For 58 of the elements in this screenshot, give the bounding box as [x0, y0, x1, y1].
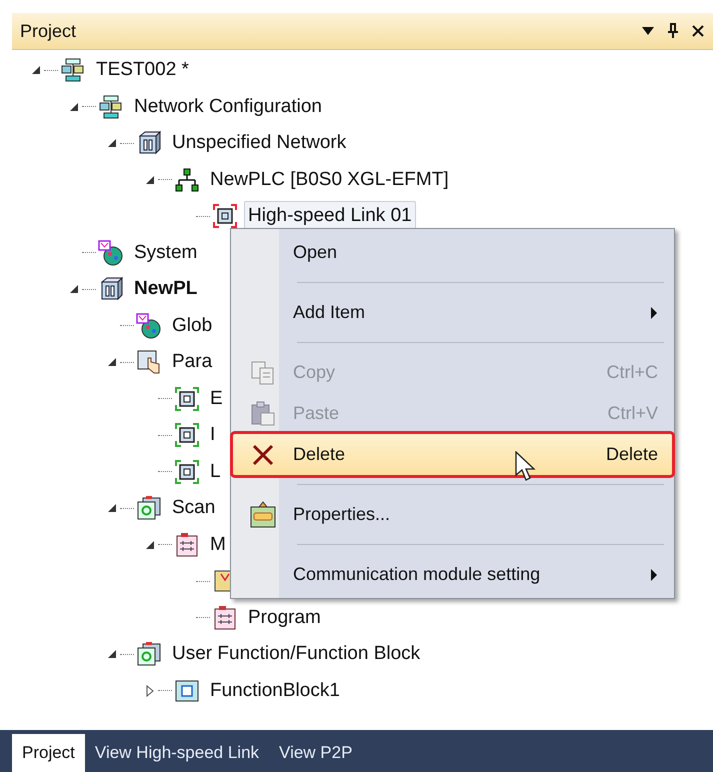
cabinet-icon [98, 276, 124, 302]
menu-item[interactable]: Properties... [233, 494, 672, 535]
menu-item[interactable]: Delete Delete [233, 434, 672, 475]
copy-icon [250, 360, 276, 386]
network-rack-icon [98, 94, 124, 120]
paste-icon [250, 400, 276, 426]
folder-stack-icon [136, 495, 162, 522]
tree-item-label[interactable]: I [206, 420, 220, 450]
tree-item-label[interactable]: M [206, 530, 230, 560]
tree-item-label[interactable]: FunctionBlock1 [206, 676, 344, 706]
parameter-icon [174, 458, 200, 485]
tree-item-label[interactable]: E [206, 384, 227, 414]
tree-item-label[interactable]: User Function/Function Block [168, 639, 424, 670]
expanded-triangle-icon[interactable] [144, 174, 156, 186]
expanded-triangle-icon[interactable] [106, 502, 118, 514]
menu-item[interactable]: Add Item [233, 292, 672, 333]
function-block-icon [174, 678, 200, 704]
globe-variables-icon [98, 240, 124, 266]
dropdown-caret-icon[interactable] [641, 26, 655, 36]
ladder-program-icon [212, 604, 238, 631]
tree-item-label[interactable]: Scan [168, 493, 220, 524]
expanded-triangle-icon[interactable] [106, 356, 118, 368]
tree-item-label[interactable]: Program [244, 602, 325, 633]
globe-variables-icon [136, 312, 162, 339]
menu-item[interactable]: Open [233, 232, 672, 273]
tree-item-label[interactable]: Network Configuration [130, 92, 326, 122]
bottom-tab[interactable]: View High-speed Link [84, 734, 270, 772]
bottom-tab[interactable]: View P2P [269, 734, 362, 772]
expanded-triangle-icon[interactable] [30, 64, 42, 76]
tree-item-label[interactable]: TEST002 * [92, 55, 193, 86]
bottom-tab[interactable]: Project [12, 734, 85, 772]
expanded-triangle-icon[interactable] [144, 538, 156, 551]
cabinet-icon [136, 130, 162, 156]
network-rack-icon [60, 57, 86, 84]
ladder-program-icon [174, 532, 200, 558]
pin-icon[interactable] [667, 23, 679, 39]
parameter-icon [174, 422, 200, 448]
hierarchy-icon [174, 166, 200, 193]
panel-title: Project [20, 20, 76, 43]
collapsed-triangle-icon[interactable] [144, 684, 156, 697]
close-icon[interactable] [691, 24, 705, 38]
tree-item-label[interactable]: NewPL [130, 274, 202, 304]
expanded-triangle-icon[interactable] [106, 137, 118, 150]
tree-item-label[interactable]: Glob [168, 310, 216, 341]
expanded-triangle-icon[interactable] [68, 283, 80, 296]
tree-item-label[interactable]: Unspecified Network [168, 128, 350, 158]
tree-item-label[interactable]: NewPLC [B0S0 XGL-EFMT] [206, 164, 453, 195]
tree-item-label[interactable]: Para [168, 347, 216, 378]
expanded-triangle-icon[interactable] [106, 648, 118, 660]
mouse-pointer-icon [515, 451, 537, 483]
parameter-icon [174, 386, 200, 412]
tree-item-label[interactable]: System [130, 238, 202, 268]
menu-item[interactable]: Communication module setting [233, 554, 672, 595]
folder-stack-icon [136, 641, 162, 668]
tree-item-label[interactable]: L [206, 456, 225, 487]
clipboard-icon [249, 500, 277, 528]
expanded-triangle-icon[interactable] [68, 100, 80, 113]
hand-pointer-icon [136, 349, 162, 376]
